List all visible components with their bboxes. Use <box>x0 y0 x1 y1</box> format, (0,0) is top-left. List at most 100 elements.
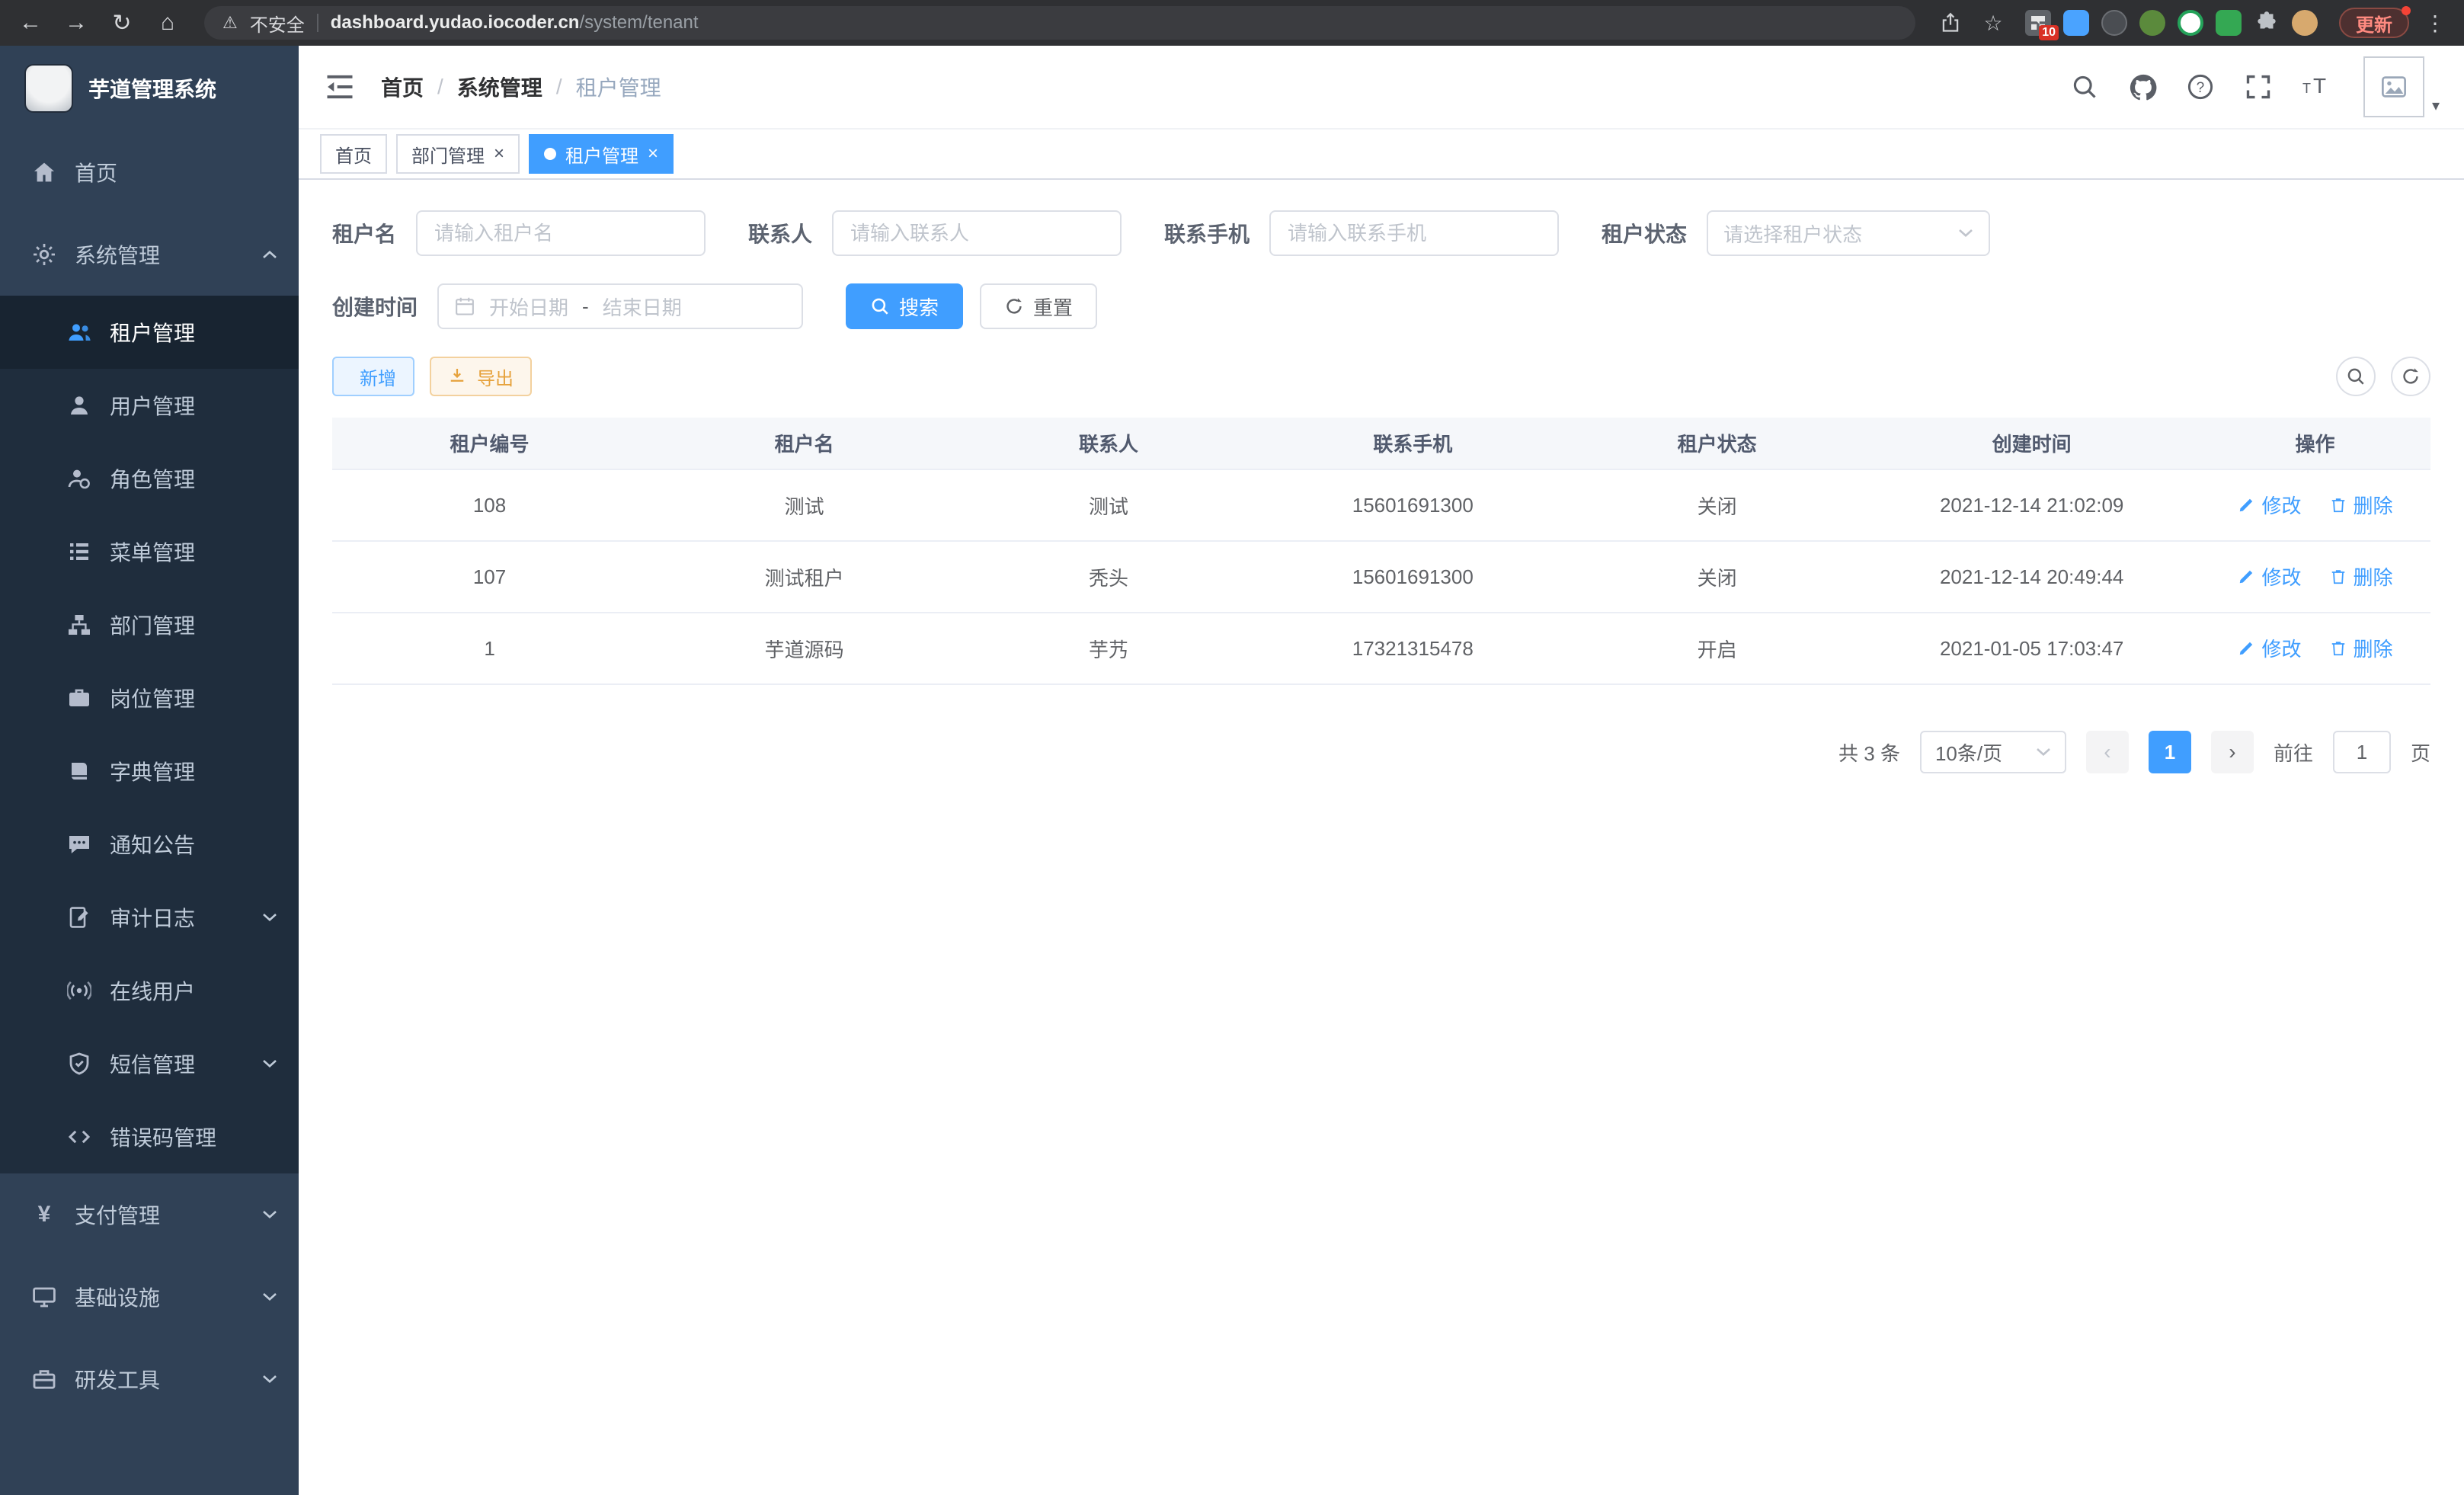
ext-chat-icon[interactable] <box>2216 10 2242 36</box>
status-select-placeholder: 请选择租户状态 <box>1723 219 1862 248</box>
ext-blue-icon[interactable] <box>2063 10 2089 36</box>
current-page[interactable]: 1 <box>2149 731 2191 773</box>
browser-reload-icon[interactable]: ↻ <box>104 5 140 41</box>
cell-created: 2021-01-05 17:03:47 <box>1864 613 2200 684</box>
security-label[interactable]: 不安全 <box>250 10 305 37</box>
refresh-table-icon[interactable] <box>2391 357 2430 396</box>
sidebar-item-audit-log[interactable]: 审计日志 <box>0 881 299 954</box>
svg-text:?: ? <box>2197 80 2205 96</box>
fullscreen-icon[interactable] <box>2245 73 2272 101</box>
ext-ring-icon[interactable] <box>2178 10 2203 36</box>
delete-link[interactable]: 删除 <box>2329 562 2393 591</box>
mobile-input[interactable] <box>1269 210 1559 256</box>
profile-avatar-icon[interactable] <box>2292 10 2318 36</box>
col-actions: 操作 <box>2200 418 2430 469</box>
filter-contact: 联系人 <box>748 210 1122 256</box>
prev-page-button[interactable]: ‹ <box>2086 731 2129 773</box>
delete-link[interactable]: 删除 <box>2329 634 2393 662</box>
caret-down-icon: ▾ <box>2432 96 2440 115</box>
status-select[interactable]: 请选择租户状态 <box>1707 210 1990 256</box>
breadcrumb: 首页 / 系统管理 / 租户管理 <box>381 72 661 102</box>
sidebar-item-announcements[interactable]: 通知公告 <box>0 808 299 881</box>
sidebar-item-sms-management[interactable]: 短信管理 <box>0 1027 299 1100</box>
cell-status: 开启 <box>1570 613 1864 684</box>
close-icon[interactable]: × <box>648 145 658 163</box>
sidebar-item-label: 审计日志 <box>110 902 195 933</box>
roles-icon <box>67 466 91 491</box>
filter-create-time: 创建时间 开始日期 - 结束日期 <box>332 283 803 329</box>
tab-department-management[interactable]: 部门管理 × <box>396 134 520 174</box>
user-menu[interactable]: ▾ <box>2363 56 2440 117</box>
sidebar-fold-icon[interactable] <box>323 70 357 104</box>
browser-home-icon[interactable]: ⌂ <box>149 5 186 41</box>
edit-link[interactable]: 修改 <box>2237 562 2301 591</box>
sidebar-item-position-management[interactable]: 岗位管理 <box>0 661 299 735</box>
sidebar-item-tenant-management[interactable]: 租户管理 <box>0 296 299 369</box>
tenant-name-input[interactable] <box>416 210 706 256</box>
sidebar-item-home[interactable]: 首页 <box>0 131 299 213</box>
browser-menu-kebab-icon[interactable]: ⋮ <box>2418 6 2452 40</box>
tab-home[interactable]: 首页 <box>320 134 387 174</box>
edit-link[interactable]: 修改 <box>2237 634 2301 662</box>
sidebar-item-system-management[interactable]: 系统管理 <box>0 213 299 296</box>
extensions-puzzle-icon[interactable] <box>2254 10 2280 36</box>
tab-label: 部门管理 <box>411 141 485 168</box>
sidebar-item-payment-management[interactable]: ¥ 支付管理 <box>0 1173 299 1256</box>
sidebar-item-error-code-management[interactable]: 错误码管理 <box>0 1100 299 1173</box>
cell-contact: 秃头 <box>962 541 1256 613</box>
next-page-button[interactable]: › <box>2211 731 2254 773</box>
yen-icon: ¥ <box>32 1202 56 1228</box>
ext-globe-icon[interactable] <box>2101 10 2127 36</box>
breadcrumb-system[interactable]: 系统管理 <box>457 72 542 102</box>
tab-tenant-management[interactable]: 租户管理 × <box>529 134 674 174</box>
cell-status: 关闭 <box>1570 469 1864 541</box>
edit-link[interactable]: 修改 <box>2237 491 2301 519</box>
sidebar-item-online-users[interactable]: 在线用户 <box>0 954 299 1027</box>
date-range-picker[interactable]: 开始日期 - 结束日期 <box>437 283 803 329</box>
user-icon <box>67 393 91 418</box>
ext-green-icon[interactable] <box>2139 10 2165 36</box>
contact-input[interactable] <box>832 210 1122 256</box>
sidebar-item-menu-management[interactable]: 菜单管理 <box>0 515 299 588</box>
sidebar-item-role-management[interactable]: 角色管理 <box>0 442 299 515</box>
bookmark-star-icon[interactable]: ☆ <box>1976 6 2010 40</box>
github-icon[interactable] <box>2129 73 2156 101</box>
calendar-icon <box>454 296 475 317</box>
breadcrumb-home[interactable]: 首页 <box>381 72 424 102</box>
chevron-down-icon <box>1958 229 1973 238</box>
toggle-search-icon[interactable] <box>2336 357 2376 396</box>
ext-grid-icon[interactable]: 10 <box>2025 10 2051 36</box>
delete-link[interactable]: 删除 <box>2329 491 2393 519</box>
devtools-icon <box>32 1367 56 1391</box>
sidebar-item-infrastructure[interactable]: 基础设施 <box>0 1256 299 1338</box>
add-button[interactable]: 新增 <box>332 357 414 396</box>
chevron-up-icon <box>262 250 277 259</box>
sidebar-logo[interactable]: 芋道管理系统 <box>0 46 299 131</box>
sidebar-item-user-management[interactable]: 用户管理 <box>0 369 299 442</box>
close-icon[interactable]: × <box>494 145 504 163</box>
warning-icon: ⚠ <box>222 13 238 33</box>
chevron-down-icon <box>262 1210 277 1219</box>
page-size-select[interactable]: 10条/页 <box>1920 731 2066 773</box>
url-path: /system/tenant <box>579 12 698 33</box>
col-status: 租户状态 <box>1570 418 1864 469</box>
reset-button[interactable]: 重置 <box>980 283 1097 329</box>
update-button[interactable]: 更新 <box>2339 8 2409 38</box>
help-icon[interactable]: ? <box>2187 73 2214 101</box>
sidebar-item-label: 首页 <box>75 157 117 187</box>
sidebar-item-department-management[interactable]: 部门管理 <box>0 588 299 661</box>
address-bar[interactable]: ⚠ 不安全 dashboard.yudao.iocoder.cn/system/… <box>204 6 1915 40</box>
tenants-icon <box>67 320 91 344</box>
export-button[interactable]: 导出 <box>430 357 532 396</box>
font-size-icon[interactable]: TT <box>2302 73 2330 101</box>
browser-forward-icon[interactable]: → <box>58 5 94 41</box>
search-button[interactable]: 搜索 <box>846 283 963 329</box>
goto-page-input[interactable] <box>2333 731 2391 773</box>
col-tenant-name: 租户名 <box>647 418 962 469</box>
browser-back-icon[interactable]: ← <box>12 5 49 41</box>
share-icon[interactable] <box>1934 6 1967 40</box>
search-icon[interactable] <box>2071 73 2098 101</box>
sidebar-item-label: 支付管理 <box>75 1199 160 1230</box>
sidebar-item-dictionary-management[interactable]: 字典管理 <box>0 735 299 808</box>
sidebar-item-dev-tools[interactable]: 研发工具 <box>0 1338 299 1420</box>
